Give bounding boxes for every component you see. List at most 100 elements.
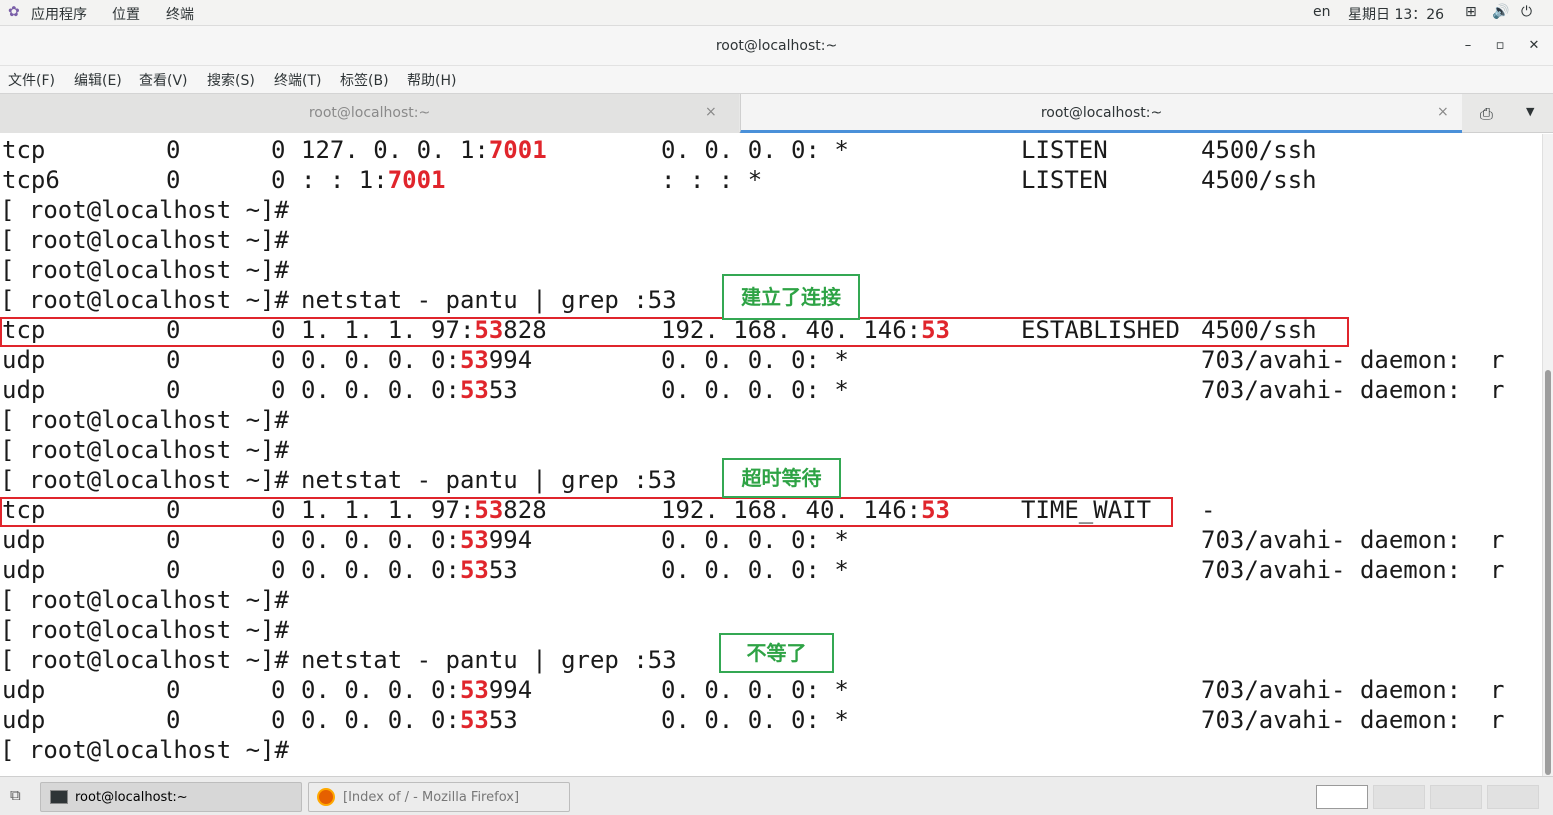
port-highlight: 53 [459, 676, 489, 704]
address-part: 0. 0. 0. 0: * [661, 136, 849, 164]
port-highlight: 53 [459, 376, 489, 404]
highlight-box-established [0, 317, 1349, 347]
workspace-4[interactable] [1487, 785, 1539, 809]
address-part: 0. 0. 0. 0: * [661, 526, 849, 554]
tab-close-icon[interactable]: × [705, 104, 717, 120]
workspace-1[interactable] [1316, 785, 1368, 809]
proto-cell: udp [2, 376, 46, 404]
show-desktop-icon[interactable]: ⧉ [10, 786, 21, 804]
pid-program-cell: 703/avahi- daemon: r [1201, 706, 1505, 734]
recv-q-cell: 0 [166, 346, 181, 374]
maximize-button[interactable]: ▫ [1490, 36, 1510, 56]
netstat-row: udp 0 0 0. 0. 0. 0:53994 0. 0. 0. 0: * 703/av… [0, 675, 1540, 705]
recv-q-cell: 0 [166, 526, 181, 554]
pid-program-cell: 703/avahi- daemon: r [1201, 346, 1505, 374]
tab-bar: root@localhost:~ × root@localhost:~ × ⎙ … [0, 93, 1553, 133]
menu-search[interactable]: 搜索(S) [207, 70, 255, 90]
workspace-3[interactable] [1430, 785, 1482, 809]
menu-help[interactable]: 帮助(H) [407, 70, 456, 90]
port-highlight: 7001 [488, 136, 547, 164]
power-icon[interactable]: ⏻ [1521, 4, 1532, 20]
recv-q-cell: 0 [166, 676, 181, 704]
new-tab-icon[interactable]: ⎙ [1480, 104, 1493, 124]
address-part: 127. 0. 0. 1: [301, 136, 489, 164]
pid-program-cell: 703/avahi- daemon: r [1201, 526, 1505, 554]
clock[interactable]: 星期日 13：26 [1348, 4, 1444, 24]
address-part: 53 [488, 706, 518, 734]
recv-q-cell: 0 [166, 556, 181, 584]
shell-prompt: [ root@localhost ~]# [0, 406, 289, 434]
address-part: : : 1: [301, 166, 388, 194]
close-button[interactable]: ✕ [1524, 36, 1544, 56]
menu-tabs[interactable]: 标签(B) [340, 70, 389, 90]
annotation-established: 建立了连接 [722, 274, 860, 320]
applications-menu[interactable]: 应用程序 [31, 4, 87, 24]
shell-prompt: [ root@localhost ~]# [0, 646, 289, 674]
foreign-address-cell: 0. 0. 0. 0: * [661, 345, 849, 375]
pid-program-cell: - [1201, 496, 1216, 524]
local-address-cell: 0. 0. 0. 0:5353 [301, 555, 518, 585]
task-terminal[interactable]: root@localhost:~ [40, 782, 302, 812]
terminal-output[interactable]: tcp 0 0 127. 0. 0. 1:7001 0. 0. 0. 0: * LISTE… [0, 134, 1542, 776]
recv-q-cell: 0 [166, 706, 181, 734]
address-part: 994 [488, 676, 533, 704]
terminal-prompt-line: [ root@localhost ~]# [0, 405, 1540, 435]
scrollbar-thumb[interactable] [1545, 370, 1551, 775]
activities-icon[interactable]: ✿ [8, 4, 20, 20]
pid-program-cell: 703/avahi- daemon: r [1201, 376, 1505, 404]
terminal-scrollbar[interactable] [1542, 134, 1553, 776]
port-highlight: 53 [459, 556, 489, 584]
address-part: 0. 0. 0. 0: [301, 346, 460, 374]
foreign-address-cell: 0. 0. 0. 0: * [661, 135, 849, 165]
address-part: 0. 0. 0. 0: [301, 706, 460, 734]
recv-q-cell: 0 [166, 166, 181, 194]
send-q-cell: 0 [271, 166, 286, 194]
network-icon[interactable]: ⊞ [1465, 4, 1477, 20]
annotation-time-wait: 超时等待 [722, 458, 841, 498]
tab-terminal-2[interactable]: root@localhost:~ × [740, 94, 1462, 133]
recv-q-cell: 0 [166, 376, 181, 404]
local-address-cell: 0. 0. 0. 0:5353 [301, 705, 518, 735]
volume-icon[interactable]: 🔊 [1492, 4, 1509, 20]
terminal-prompt-line: [ root@localhost ~]# [0, 585, 1540, 615]
menu-edit[interactable]: 编辑(E) [74, 70, 122, 90]
send-q-cell: 0 [271, 136, 286, 164]
local-address-cell: 127. 0. 0. 1:7001 [301, 135, 547, 165]
chevron-down-icon[interactable]: ▼ [1526, 105, 1534, 118]
menu-file[interactable]: 文件(F) [8, 70, 55, 90]
task-firefox[interactable]: [Index of / - Mozilla Firefox] [308, 782, 570, 812]
foreign-address-cell: 0. 0. 0. 0: * [661, 525, 849, 555]
address-part: 0. 0. 0. 0: * [661, 376, 849, 404]
address-part: : : : * [661, 166, 763, 194]
shell-prompt: [ root@localhost ~]# [0, 256, 289, 284]
places-menu[interactable]: 位置 [112, 4, 140, 24]
task-label: root@localhost:~ [75, 790, 188, 805]
terminal-app-menu[interactable]: 终端 [166, 4, 194, 24]
terminal-icon [50, 790, 68, 804]
firefox-icon [317, 788, 335, 806]
terminal-prompt-line: [ root@localhost ~]# [0, 735, 1540, 765]
foreign-address-cell: 0. 0. 0. 0: * [661, 675, 849, 705]
proto-cell: udp [2, 676, 46, 704]
netstat-row: udp 0 0 0. 0. 0. 0:5353 0. 0. 0. 0: * 703/ava… [0, 555, 1540, 585]
menu-view[interactable]: 查看(V) [139, 70, 188, 90]
tab-terminal-1[interactable]: root@localhost:~ × [0, 94, 739, 133]
address-part: 994 [488, 526, 533, 554]
port-highlight: 53 [459, 526, 489, 554]
minimize-button[interactable]: – [1458, 36, 1478, 56]
local-address-cell: 0. 0. 0. 0:53994 [301, 675, 532, 705]
local-address-cell: 0. 0. 0. 0:5353 [301, 375, 518, 405]
port-highlight: 7001 [387, 166, 446, 194]
pid-program-cell: 4500/ssh [1201, 136, 1317, 164]
tab-label: root@localhost:~ [308, 105, 431, 121]
port-highlight: 53 [459, 706, 489, 734]
address-part: 53 [488, 376, 518, 404]
input-language-indicator[interactable]: en [1313, 4, 1331, 20]
workspace-2[interactable] [1373, 785, 1425, 809]
tab-close-icon[interactable]: × [1437, 104, 1449, 120]
highlight-box-time-wait [0, 497, 1173, 527]
menu-terminal[interactable]: 终端(T) [274, 70, 321, 90]
terminal-prompt-line: [ root@localhost ~]# [0, 195, 1540, 225]
pid-program-cell: 703/avahi- daemon: r [1201, 676, 1505, 704]
netstat-row: tcp6 0 0: : 1:7001: : : * LISTEN 4500/ssh [0, 165, 1540, 195]
